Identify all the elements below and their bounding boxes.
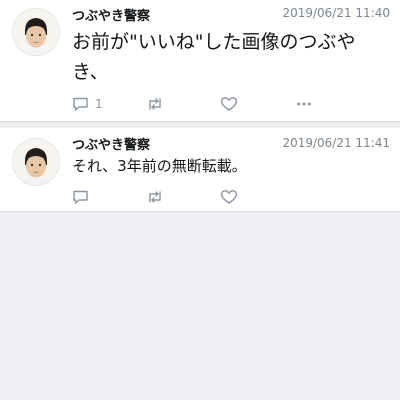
avatar-photo-icon: [13, 9, 59, 55]
like-button[interactable]: [220, 95, 238, 113]
tweet-text: お前が"いいね"した画像のつぶやき、: [72, 31, 356, 83]
retweet-icon: [149, 191, 161, 203]
avatar-photo-icon: [13, 139, 59, 185]
retweet-button[interactable]: [146, 95, 164, 113]
reply-icon: [73, 97, 88, 111]
avatar[interactable]: [12, 8, 60, 56]
retweet-icon: [149, 98, 161, 110]
more-button[interactable]: [296, 95, 312, 113]
author-name[interactable]: つぶやき警察: [72, 5, 150, 24]
timestamp: 2019/06/21 11:40: [282, 6, 390, 20]
reply-button[interactable]: 1: [72, 95, 103, 113]
heart-icon: [220, 97, 238, 111]
reply-button[interactable]: [72, 188, 95, 206]
heart-icon: [220, 190, 238, 204]
tweet[interactable]: つぶやき警察 2019/06/21 11:40 お前が"いいね"した画像のつぶや…: [0, 0, 400, 122]
retweet-button[interactable]: [146, 188, 164, 206]
author-name[interactable]: つぶやき警察: [72, 134, 150, 153]
tweet[interactable]: つぶやき警察 2019/06/21 11:41 それ、3年前の無断転載。: [0, 122, 400, 212]
tweet-actions: 1: [72, 95, 322, 113]
timestamp: 2019/06/21 11:41: [282, 136, 390, 150]
tweet-actions: [72, 188, 322, 206]
like-button[interactable]: [220, 188, 238, 206]
tweet-text: それ、3年前の無断転載。: [72, 157, 247, 175]
reply-count: 1: [95, 97, 103, 111]
avatar[interactable]: [12, 138, 60, 186]
reply-icon: [73, 190, 88, 204]
more-icon: [297, 102, 311, 106]
timeline: つぶやき警察 2019/06/21 11:40 お前が"いいね"した画像のつぶや…: [0, 0, 400, 400]
